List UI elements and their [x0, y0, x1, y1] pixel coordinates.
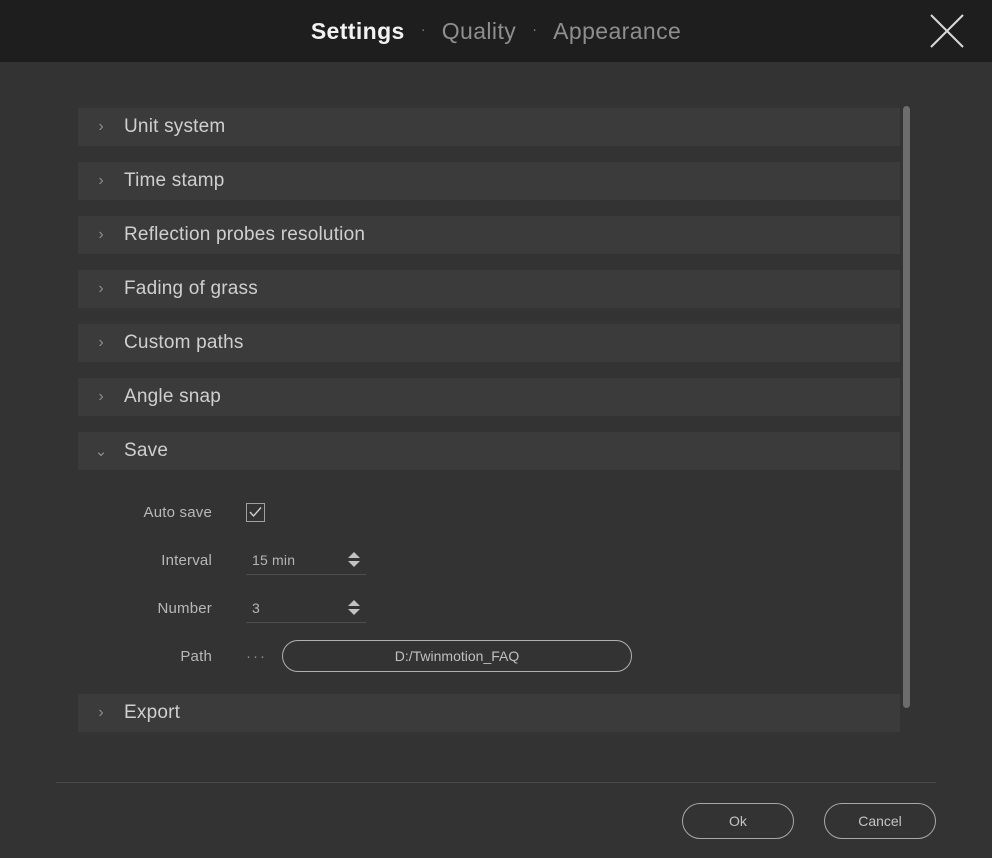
stepper-arrows-icon[interactable] — [348, 600, 366, 615]
section-time-stamp[interactable]: › Time stamp — [78, 162, 900, 200]
section-unit-system[interactable]: › Unit system — [78, 108, 900, 146]
tab-quality[interactable]: Quality — [428, 19, 530, 43]
number-stepper[interactable]: 3 — [246, 593, 366, 623]
section-angle-snap[interactable]: › Angle snap — [78, 378, 900, 416]
settings-scrollbar[interactable] — [903, 106, 910, 708]
interval-stepper[interactable]: 15 min — [246, 545, 366, 575]
triangle-down-icon — [348, 609, 360, 615]
section-fading-of-grass[interactable]: › Fading of grass — [78, 270, 900, 308]
section-label: Custom paths — [124, 332, 244, 353]
settings-panel: › Unit system › Time stamp › Reflection … — [0, 62, 992, 782]
section-label: Angle snap — [124, 386, 222, 407]
chevron-right-icon: › — [98, 334, 104, 351]
section-label: Export — [124, 702, 181, 723]
section-label: Time stamp — [124, 170, 225, 191]
field-number: Number 3 — [78, 584, 900, 632]
field-path: Path ··· D:/Twinmotion_FAQ — [78, 632, 900, 680]
browse-ellipsis-icon[interactable]: ··· — [246, 649, 282, 664]
cancel-button[interactable]: Cancel — [824, 802, 936, 839]
section-custom-paths[interactable]: › Custom paths — [78, 324, 900, 362]
dialog-tabs: Settings · Quality · Appearance — [297, 19, 695, 43]
save-section-body: Auto save Interval 15 min Number 3 Path … — [78, 470, 900, 694]
chevron-down-icon: ⌄ — [94, 442, 108, 460]
tab-settings[interactable]: Settings — [297, 19, 419, 43]
section-label: Save — [124, 440, 169, 461]
tab-separator-1: · — [420, 20, 426, 38]
auto-save-checkbox[interactable] — [246, 502, 265, 522]
stepper-arrows-icon[interactable] — [348, 552, 366, 567]
path-value-button[interactable]: D:/Twinmotion_FAQ — [282, 640, 632, 672]
field-auto-save: Auto save — [78, 488, 900, 536]
auto-save-label: Auto save — [143, 503, 212, 521]
chevron-right-icon: › — [98, 704, 104, 721]
number-value: 3 — [252, 599, 260, 616]
section-export[interactable]: › Export — [78, 694, 900, 732]
ok-button[interactable]: Ok — [682, 802, 794, 839]
scrollbar-thumb[interactable] — [903, 106, 910, 708]
settings-section-list: › Unit system › Time stamp › Reflection … — [78, 108, 900, 748]
section-reflection-probes-resolution[interactable]: › Reflection probes resolution — [78, 216, 900, 254]
dialog-footer: Ok Cancel — [0, 783, 992, 858]
section-save[interactable]: ⌄ Save — [78, 432, 900, 470]
chevron-right-icon: › — [98, 388, 104, 405]
path-label: Path — [180, 647, 212, 665]
triangle-up-icon — [348, 600, 360, 606]
tab-separator-2: · — [532, 20, 538, 38]
interval-value: 15 min — [252, 551, 296, 568]
section-label: Unit system — [124, 116, 226, 137]
triangle-down-icon — [348, 561, 360, 567]
section-label: Fading of grass — [124, 278, 258, 299]
interval-label: Interval — [161, 551, 212, 569]
close-icon[interactable] — [924, 8, 970, 54]
tab-appearance[interactable]: Appearance — [539, 19, 695, 43]
chevron-right-icon: › — [98, 280, 104, 297]
dialog-titlebar: Settings · Quality · Appearance — [0, 0, 992, 62]
checkmark-icon — [249, 506, 262, 517]
chevron-right-icon: › — [98, 226, 104, 243]
triangle-up-icon — [348, 552, 360, 558]
number-label: Number — [157, 599, 212, 617]
chevron-right-icon: › — [98, 118, 104, 135]
field-interval: Interval 15 min — [78, 536, 900, 584]
chevron-right-icon: › — [98, 172, 104, 189]
section-label: Reflection probes resolution — [124, 224, 366, 245]
